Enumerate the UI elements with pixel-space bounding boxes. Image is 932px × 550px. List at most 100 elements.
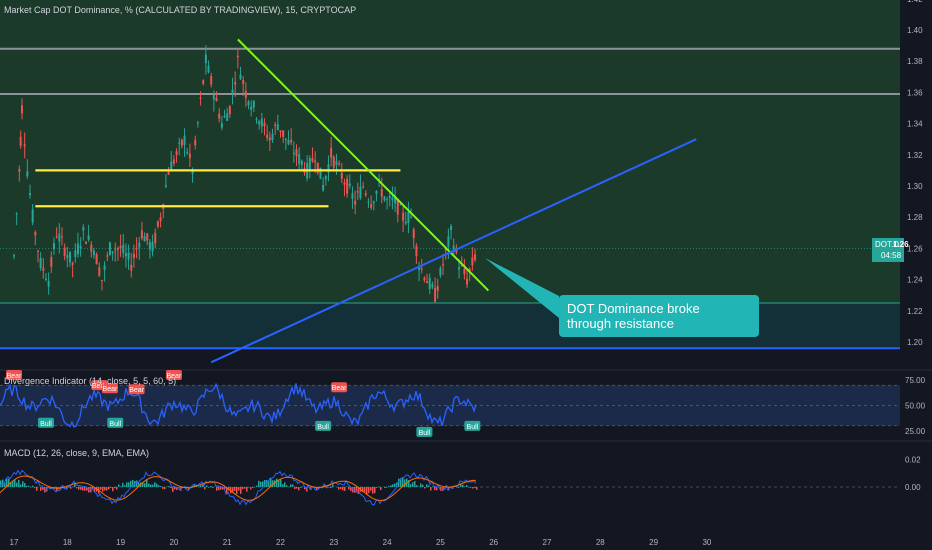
macd-histogram-bar [220,487,222,490]
macd-histogram-bar [468,487,470,488]
macd-histogram-bar [284,482,286,487]
candle-body [314,160,317,163]
macd-histogram-bar [18,479,20,487]
candle-body [231,89,234,94]
candle-body [351,193,354,199]
macd-histogram-bar [376,487,378,488]
macd-histogram-bar [434,487,436,491]
macd-histogram-bar [246,487,248,492]
candle-body [178,142,181,144]
price-tick-label: 1.36 [907,88,923,97]
price-tick-label: 1.28 [907,213,923,222]
macd-histogram-bar [420,483,422,487]
candle-body [140,230,143,239]
price-tag: DOT.D 1.26 04:58 [872,238,909,262]
candle-body [212,94,215,100]
candle-body [202,80,205,84]
x-tick-label: 17 [10,538,19,547]
macd-histogram-bar [106,487,108,491]
candle-body [234,81,237,85]
candle-body [42,267,45,271]
macd-histogram-bar [296,487,298,489]
candle-body [242,79,245,85]
x-tick-label: 20 [169,538,178,547]
macd-histogram-bar [474,487,476,489]
macd-histogram-bar [256,485,258,487]
macd-histogram-bar [476,487,478,490]
candle-body [287,139,290,145]
candle-body [210,75,213,85]
candle-body [370,204,373,208]
annotation-callout[interactable]: DOT Dominance broke through resistance [559,295,759,337]
macd-histogram-bar [116,487,118,490]
macd-histogram-bar [410,484,412,487]
candle-body [146,233,149,241]
candle-body [167,171,170,175]
x-tick-label: 22 [276,538,285,547]
candle-body [463,268,466,275]
candle-body [119,245,122,249]
candle-body [399,204,402,206]
candle-body [207,65,210,73]
candle-body [474,254,477,261]
rsi-tick-label: 75.00 [905,376,926,385]
candle-body [44,278,47,281]
macd-histogram-bar [208,487,210,488]
candle-body [31,209,34,223]
macd-histogram-bar [158,485,160,487]
candle-body [412,229,415,239]
candle-body [34,232,37,236]
macd-histogram-bar [298,487,300,491]
candle-body [386,199,389,201]
macd-histogram-bar [114,487,116,489]
macd-histogram-bar [462,484,464,487]
label-text: Bear [129,387,144,394]
candle-body [154,232,157,244]
candle-body [354,200,357,205]
candle-body [204,54,207,64]
macd-histogram-bar [380,487,382,491]
candle-body [279,130,282,133]
macd-histogram-bar [238,487,240,491]
candle-body [458,267,461,270]
candle-body [130,264,133,271]
lower-zone [0,303,900,349]
macd-histogram-bar [466,484,468,487]
x-tick-label: 30 [702,538,711,547]
macd-histogram-bar [28,485,30,487]
rsi-tick-label: 50.00 [905,402,926,411]
macd-histogram-bar [372,487,374,494]
candle-body [276,124,279,130]
macd-histogram-bar [82,487,84,491]
candle-body [404,221,407,224]
macd-histogram-bar [422,484,424,487]
macd-histogram-bar [206,485,208,487]
callout-line-1: DOT Dominance broke [567,301,700,316]
macd-histogram-bar [122,482,124,487]
price-value: 1.26 [893,240,909,249]
candle-body [348,183,351,187]
macd-histogram-bar [104,487,106,491]
rsi-title: Divergence Indicator (14, close, 5, 5, 6… [4,376,177,386]
candle-body [223,115,226,118]
macd-histogram-bar [392,484,394,487]
candle-body [58,233,61,242]
x-tick-label: 21 [223,538,232,547]
price-tick-label: 1.32 [907,151,923,160]
candle-body [284,138,287,141]
bull-label: Bull [315,420,332,431]
candle-body [156,221,159,227]
macd-histogram-bar [470,487,472,488]
candle-body [151,242,154,252]
macd-histogram-bar [12,481,14,487]
x-tick-label: 29 [649,538,658,547]
macd-histogram-bar [124,485,126,487]
candle-body [60,236,63,238]
candle-body [466,278,469,285]
macd-histogram-bar [74,484,76,487]
candle-body [13,255,15,257]
candle-body [343,182,346,185]
bull-label: Bull [37,417,54,428]
macd-histogram-bar [30,487,32,488]
macd-histogram-bar [110,487,112,488]
